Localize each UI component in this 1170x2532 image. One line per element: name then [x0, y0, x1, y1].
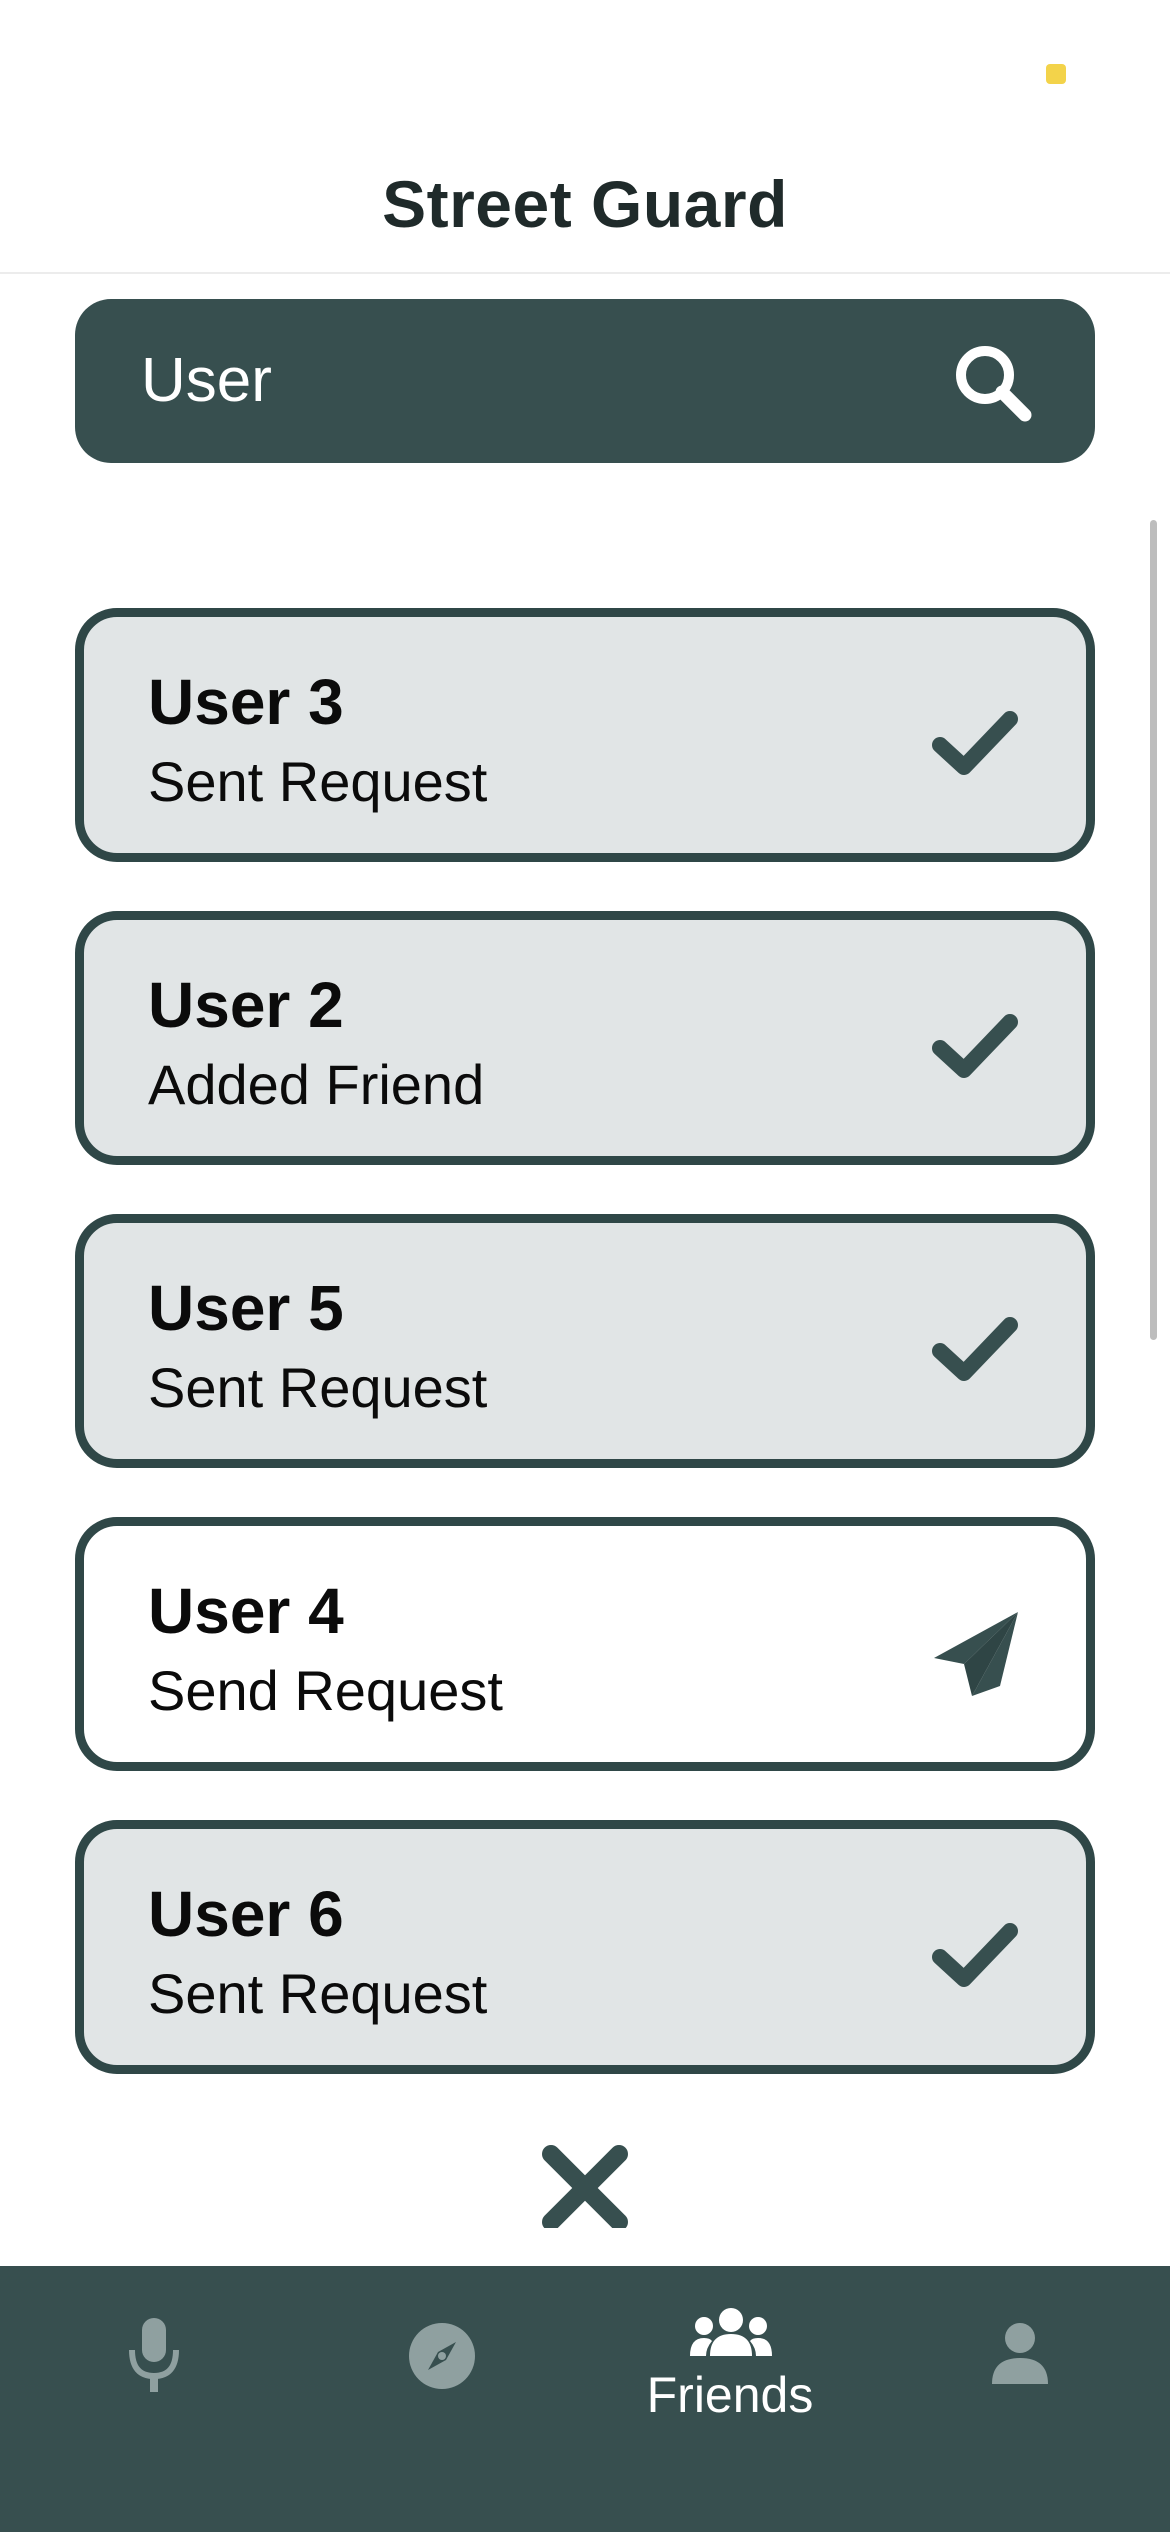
page-title: Street Guard [382, 167, 788, 241]
close-icon[interactable] [541, 2144, 629, 2232]
tab-friends[interactable]: Friends [610, 2266, 850, 2466]
search-input[interactable] [141, 299, 941, 463]
friend-name: User 3 [148, 666, 344, 738]
check-icon[interactable] [930, 1305, 1020, 1395]
tab-microphone[interactable] [80, 2266, 230, 2466]
send-icon[interactable] [930, 1608, 1020, 1698]
friend-status: Sent Request [148, 1962, 488, 2025]
check-icon[interactable] [930, 699, 1020, 789]
compass-icon [409, 2323, 475, 2389]
friend-status: Sent Request [148, 750, 488, 813]
search-bar[interactable] [75, 299, 1095, 463]
header: Street Guard [0, 0, 1170, 274]
scrollbar[interactable] [1150, 520, 1157, 1340]
tab-explore[interactable] [368, 2266, 518, 2466]
user-icon [992, 2323, 1048, 2384]
check-icon[interactable] [930, 1911, 1020, 2001]
friend-card[interactable]: User 2 Added Friend [75, 911, 1095, 1165]
friend-status: Added Friend [148, 1053, 485, 1116]
tab-bar: Friends [0, 2266, 1170, 2532]
friend-status: Sent Request [148, 1356, 488, 1419]
tab-friends-label: Friends [646, 2367, 814, 2423]
search-icon[interactable] [951, 341, 1035, 425]
friend-name: User 5 [148, 1272, 344, 1344]
microphone-icon [129, 2318, 179, 2392]
friend-card[interactable]: User 5 Sent Request [75, 1214, 1095, 1468]
friend-card[interactable]: User 4 Send Request [75, 1517, 1095, 1771]
friend-status: Send Request [148, 1659, 503, 1722]
friends-icon [690, 2308, 772, 2356]
friend-name: User 6 [148, 1878, 344, 1950]
friend-name: User 4 [148, 1575, 344, 1647]
home-indicator[interactable] [378, 2228, 792, 2242]
friend-card[interactable]: User 3 Sent Request [75, 608, 1095, 862]
friend-name: User 2 [148, 969, 344, 1041]
friend-card[interactable]: User 6 Sent Request [75, 1820, 1095, 2074]
tab-profile[interactable] [948, 2266, 1088, 2466]
check-icon[interactable] [930, 1002, 1020, 1092]
